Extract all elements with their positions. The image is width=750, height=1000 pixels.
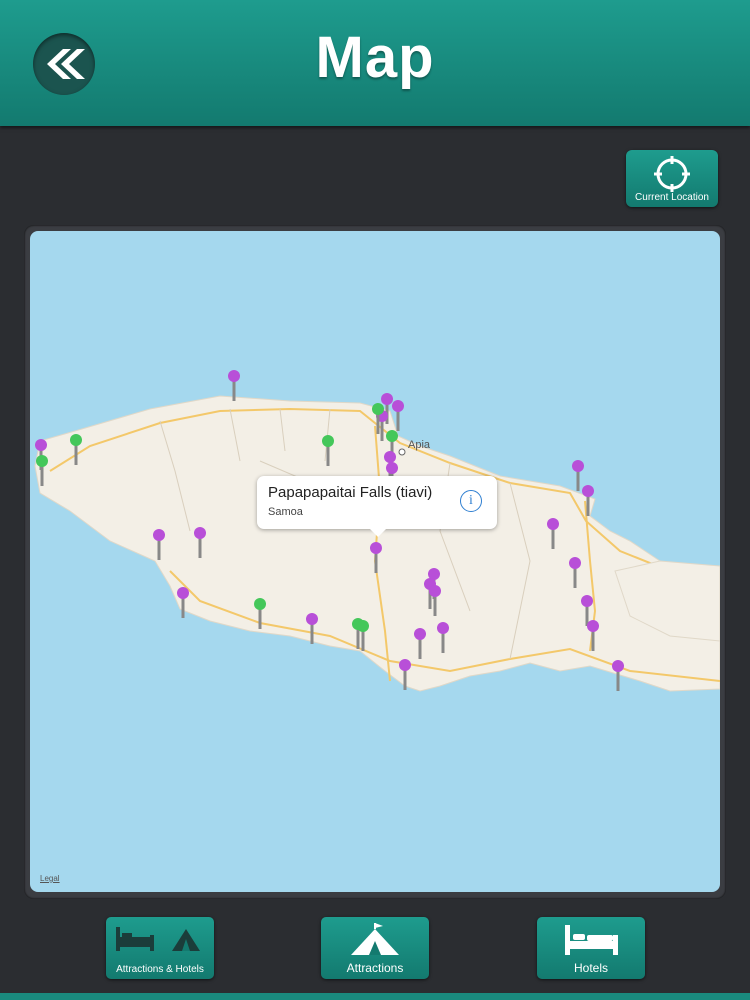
tab-label: Hotels — [573, 961, 608, 975]
tab-hotels[interactable]: Hotels — [537, 917, 645, 979]
place-label-apia: Apia — [408, 439, 431, 451]
bed-icon — [565, 925, 618, 955]
tab-label: Attractions — [346, 961, 404, 975]
map-view[interactable]: Apia Papapapaitai Falls (tiavi) Samoa i … — [30, 231, 720, 892]
tab-attractions-hotels[interactable]: Attractions & Hotels — [106, 917, 214, 979]
map-canvas — [34, 370, 720, 692]
bed-and-tent-icon — [116, 927, 200, 951]
bottom-bar — [0, 993, 750, 1000]
page-title: Map — [315, 25, 435, 90]
callout-subtitle: Samoa — [268, 506, 303, 518]
current-location-button[interactable]: Current Location — [626, 150, 718, 207]
apia-marker — [398, 448, 406, 456]
pin-callout[interactable]: Papapapaitai Falls (tiavi) Samoa i — [257, 476, 497, 537]
info-icon[interactable]: i — [460, 490, 482, 512]
current-location-label: Current Location — [635, 192, 709, 203]
callout-title: Papapapaitai Falls (tiavi) — [268, 484, 433, 501]
legal-link[interactable]: Legal — [40, 874, 60, 883]
header-bar: Map — [0, 0, 750, 126]
tab-label: Attractions & Hotels — [116, 964, 204, 975]
tent-icon — [351, 923, 399, 955]
pin-attraction — [572, 460, 584, 491]
tab-attractions[interactable]: Attractions — [321, 917, 429, 979]
crosshair-icon — [654, 156, 690, 192]
